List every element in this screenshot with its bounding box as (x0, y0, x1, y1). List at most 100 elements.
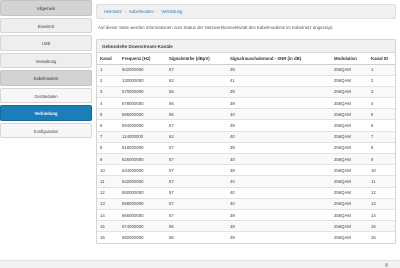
cell-kanal-id: 6 (368, 119, 395, 132)
cell-signalstaerke: 56 (166, 231, 227, 243)
table-row: 9 626000000 57 40 256QAM 9 (97, 152, 395, 165)
column-header-snr: Signalrauschabstand - SNR (in dB) (227, 53, 331, 65)
breadcrumb-kabelmodem[interactable]: Kabelmodem (129, 9, 154, 14)
cell-kanal-id: 15 (368, 220, 395, 232)
cell-kanal: 7 (97, 130, 119, 143)
sidebar: Allgemein Erweitert USB Verwaltung Kabel… (0, 0, 92, 260)
cell-snr: 40 (227, 108, 331, 120)
cell-modulation: 256QAM (331, 220, 368, 232)
cell-kanal: 14 (97, 208, 119, 221)
cell-snr: 40 (227, 175, 331, 188)
cell-kanal: 1 (97, 63, 119, 76)
column-header-frequenz: Frequenz (Hz) (119, 53, 166, 65)
horizontal-scrollbar[interactable] (0, 260, 400, 268)
cell-kanal-id: 7 (368, 130, 395, 143)
cell-kanal-id: 5 (368, 108, 395, 120)
cell-snr: 39 (227, 141, 331, 154)
table-row: 15 674000000 56 39 256QAM 15 (97, 220, 395, 232)
cell-signalstaerke: 57 (166, 186, 227, 199)
cell-kanal: 3 (97, 85, 119, 98)
cell-modulation: 256QAM (331, 63, 368, 76)
cell-modulation: 256QAM (331, 141, 368, 154)
sidebar-item-verwaltung[interactable]: Verwaltung (0, 52, 92, 68)
sidebar-item-allgemein[interactable]: Allgemein (0, 0, 92, 16)
sidebar-item-erweitert[interactable]: Erweitert (0, 17, 92, 33)
breadcrumb-heimnetz[interactable]: Heimnetz (104, 9, 122, 14)
cell-frequenz: 650000000 (119, 186, 166, 199)
column-header-kanal-id: Kanal ID (368, 53, 395, 65)
cell-modulation: 256QAM (331, 175, 368, 188)
cell-modulation: 256QAM (331, 197, 368, 210)
cell-signalstaerke: 57 (166, 141, 227, 154)
cell-signalstaerke: 56 (166, 97, 227, 109)
cell-modulation: 256QAM (331, 108, 368, 120)
cell-modulation: 256QAM (331, 231, 368, 243)
cell-signalstaerke: 62 (166, 74, 227, 87)
cell-kanal-id: 12 (368, 186, 395, 199)
table-row: 16 682000000 56 39 256QAM 16 (97, 231, 395, 243)
table-row: 13 658000000 57 40 256QAM 13 (97, 197, 395, 210)
cell-frequenz: 642000000 (119, 175, 166, 188)
sidebar-item-usb[interactable]: USB (0, 35, 92, 51)
cell-snr: 39 (227, 85, 331, 98)
cell-frequenz: 658000000 (119, 197, 166, 210)
cell-kanal: 12 (97, 186, 119, 199)
sidebar-item-geraetedaten[interactable]: Gerätedaten (0, 87, 92, 103)
cell-kanal: 2 (97, 74, 119, 87)
cell-kanal-id: 16 (368, 231, 395, 243)
sidebar-item-verbindung[interactable]: Verbindung (0, 105, 92, 121)
cell-snr: 39 (227, 63, 331, 76)
table-row: 5 586000000 56 40 256QAM 5 (97, 108, 395, 120)
cell-kanal-id: 3 (368, 85, 395, 98)
cell-frequenz: 674000000 (119, 220, 166, 232)
downstream-panel: Gebündelte Downstream-Kanäle Kanal Frequ… (96, 39, 396, 244)
cell-snr: 39 (227, 97, 331, 109)
cell-snr: 41 (227, 74, 331, 87)
cell-frequenz: 626000000 (119, 152, 166, 165)
cell-signalstaerke: 57 (166, 63, 227, 76)
cell-signalstaerke: 62 (166, 130, 227, 143)
cell-signalstaerke: 57 (166, 208, 227, 221)
table-row: 12 650000000 57 40 256QAM 12 (97, 186, 395, 199)
cell-signalstaerke: 57 (166, 152, 227, 165)
cell-modulation: 256QAM (331, 152, 368, 165)
cell-kanal-id: 11 (368, 175, 395, 188)
page-description: Auf dieser Seite werden Informationen zu… (98, 25, 334, 30)
sidebar-item-kabelmodem[interactable]: Kabelmodem (0, 70, 92, 86)
cell-kanal: 4 (97, 97, 119, 109)
cell-kanal-id: 13 (368, 197, 395, 210)
cell-kanal-id: 4 (368, 97, 395, 109)
cell-signalstaerke: 57 (166, 197, 227, 210)
table-row: 8 618000000 57 39 256QAM 8 (97, 141, 395, 154)
cell-modulation: 256QAM (331, 85, 368, 98)
column-header-modulation: Modulation (331, 53, 368, 65)
table-row: 7 114000000 62 40 256QAM 7 (97, 130, 395, 143)
table-row: 3 570000000 56 39 256QAM 3 (97, 85, 395, 98)
sidebar-item-konfiguration[interactable]: Konfiguration (0, 122, 92, 138)
cell-kanal: 16 (97, 231, 119, 243)
cell-modulation: 256QAM (331, 119, 368, 132)
cell-frequenz: 570000000 (119, 85, 166, 98)
cell-modulation: 256QAM (331, 164, 368, 176)
cell-modulation: 256QAM (331, 208, 368, 221)
main-content: Heimnetz › Kabelmodem › Verbindung Auf diese… (96, 0, 396, 260)
cell-snr: 39 (227, 220, 331, 232)
cell-kanal: 8 (97, 141, 119, 154)
cell-frequenz: 634000000 (119, 164, 166, 176)
table-body: 1 602000000 57 39 256QAM 1 2 130000000 62 41 256QA… (97, 63, 395, 243)
cell-kanal-id: 1 (368, 63, 395, 76)
table-row: 10 634000000 57 39 256QAM 10 (97, 164, 395, 176)
column-header-signalstaerke: Signalstärke (dBµV) (166, 53, 227, 65)
cell-modulation: 256QAM (331, 97, 368, 109)
cell-modulation: 256QAM (331, 130, 368, 143)
cell-kanal: 10 (97, 164, 119, 176)
cell-kanal: 6 (97, 119, 119, 132)
cell-frequenz: 586000000 (119, 108, 166, 120)
cell-kanal-id: 14 (368, 208, 395, 221)
table-row: 4 578000000 56 39 256QAM 4 (97, 97, 395, 109)
cell-modulation: 256QAM (331, 186, 368, 199)
breadcrumb-verbindung[interactable]: Verbindung (161, 9, 182, 14)
cell-modulation: 256QAM (331, 74, 368, 87)
cell-frequenz: 682000000 (119, 231, 166, 243)
scrollbar-thumb[interactable] (385, 263, 388, 267)
